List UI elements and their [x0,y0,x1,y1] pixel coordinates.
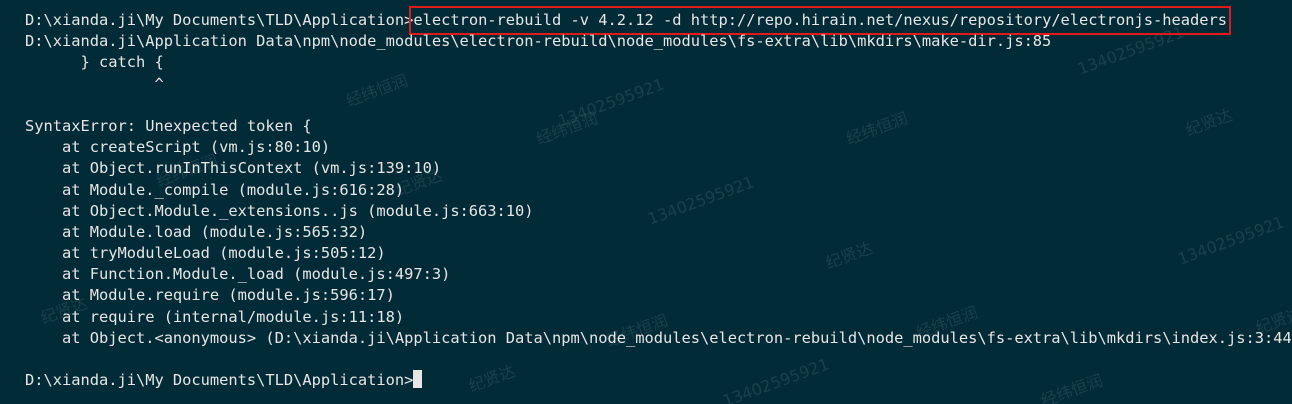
stack-frame: at Module._compile (module.js:616:28) [25,180,405,199]
error-caret-line: ^ [25,74,164,93]
prompt-path: D:\xianda.ji\My Documents\TLD\Applicatio… [25,371,414,390]
terminal-output: D:\xianda.ji\My Documents\TLD\Applicatio… [25,5,1292,391]
stack-frame: at createScript (vm.js:80:10) [25,138,331,157]
error-file-location: D:\xianda.ji\Application Data\npm\node_m… [25,32,1052,51]
stack-frame: at Object.<anonymous> (D:\xianda.ji\Appl… [25,328,1292,347]
input-line[interactable]: D:\xianda.ji\My Documents\TLD\Applicatio… [25,370,1292,391]
terminal-window[interactable]: 经纬恒润 经纬恒润 经纬恒润 纪贤达 纪贤达 经纬恒润 13402595921 … [0,0,1292,404]
highlighted-command: electron-rebuild -v 4.2.12 -d http://rep… [409,5,1231,36]
stack-frame: at require (internal/module.js:11:18) [25,307,405,326]
prompt-path: D:\xianda.ji\My Documents\TLD\Applicatio… [25,11,414,29]
stack-frame: at Module.require (module.js:596:17) [25,286,395,305]
error-message: SyntaxError: Unexpected token { [25,116,312,135]
stack-frame: at Object.Module._extensions..js (module… [25,201,534,220]
error-code-line: } catch { [25,53,164,72]
stack-frame: at Object.runInThisContext (vm.js:139:10… [25,159,442,178]
command-line: D:\xianda.ji\My Documents\TLD\Applicatio… [25,5,1292,36]
stack-frame: at tryModuleLoad (module.js:505:12) [25,244,386,263]
stack-frame: at Module.load (module.js:565:32) [25,222,368,241]
text-cursor[interactable] [413,370,423,389]
stack-frame: at Function.Module._load (module.js:497:… [25,265,451,284]
